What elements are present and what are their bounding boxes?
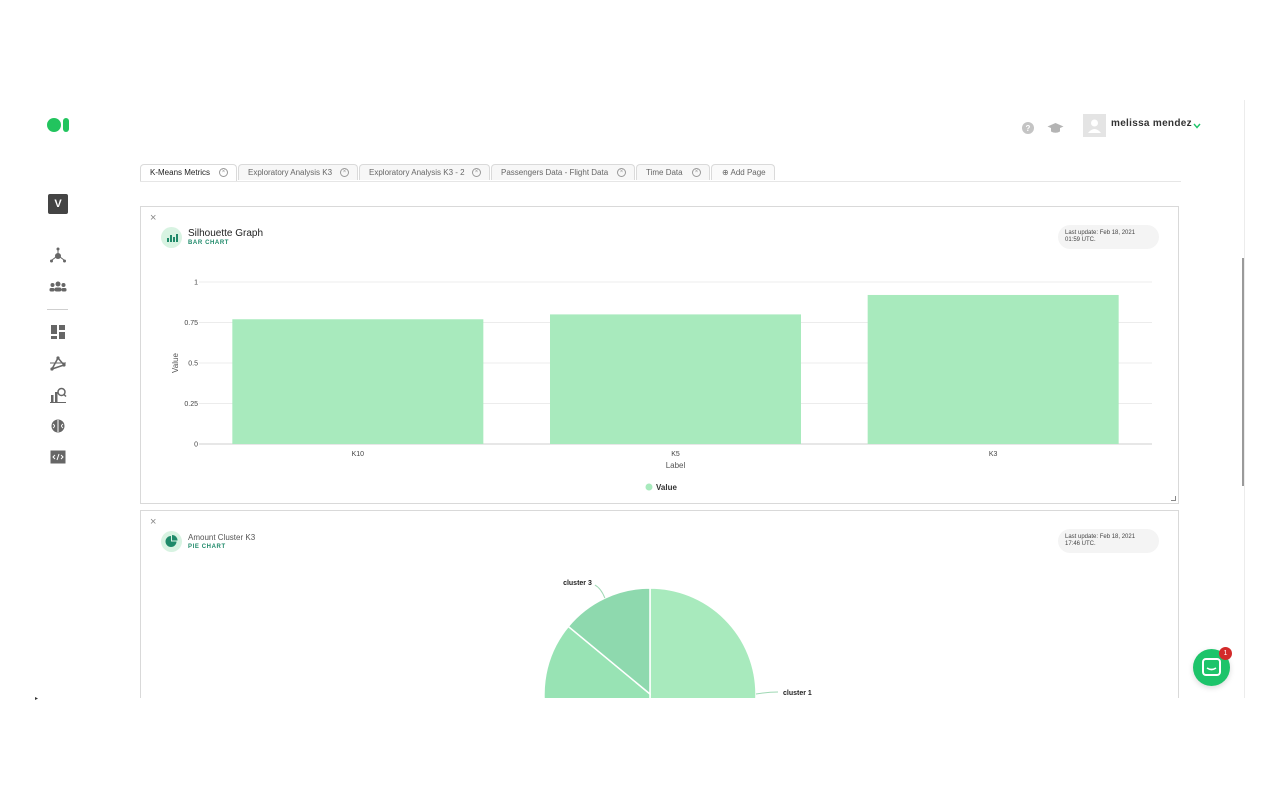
logo-dot (47, 118, 61, 132)
resize-handle[interactable] (1171, 496, 1176, 501)
bar-k10 (232, 319, 484, 444)
tab-label: Exploratory Analysis K3 (248, 168, 333, 177)
tab-label: Passengers Data - Flight Data (501, 168, 609, 177)
network-icon[interactable] (49, 247, 67, 265)
tab-passengers-data[interactable]: Passengers Data - Flight Data × (491, 164, 635, 180)
tab-time-data[interactable]: Time Data × (636, 164, 710, 180)
help-icon[interactable]: ? (1022, 122, 1034, 134)
cursor-icon: ▸ (35, 696, 39, 702)
scrollbar[interactable] (1242, 258, 1244, 486)
silhouette-bar-chart: 0 0.25 0.5 0.75 1 K10 K5 K3 Label Value Value (171, 280, 1152, 492)
y-tick-label: 0.75 (184, 320, 198, 327)
y-tick-label: 0 (194, 442, 198, 449)
code-icon[interactable] (49, 448, 67, 466)
close-icon[interactable]: × (340, 168, 349, 177)
svg-text:?: ? (1026, 124, 1031, 133)
tab-exploratory-analysis-k3-2[interactable]: Exploratory Analysis K3 - 2 × (359, 164, 490, 180)
close-icon[interactable]: × (692, 168, 701, 177)
users-icon[interactable] (49, 278, 67, 296)
graduation-cap-icon[interactable] (1047, 122, 1064, 134)
y-tick-label: 0.5 (188, 361, 198, 368)
avatar[interactable] (1083, 114, 1106, 137)
tab-exploratory-analysis-k3[interactable]: Exploratory Analysis K3 × (238, 164, 358, 180)
tab-label: K-Means Metrics (150, 168, 211, 177)
label-leader-line (755, 691, 779, 695)
dashboard-icon[interactable] (49, 323, 67, 341)
bar-k3 (867, 294, 1119, 444)
close-icon[interactable]: × (617, 168, 626, 177)
y-tick-label: 0.25 (184, 401, 198, 408)
chart-card-silhouette: × Silhouette Graph BAR CHART Last update… (140, 206, 1179, 504)
model-icon[interactable] (49, 355, 67, 373)
x-tick-label: K5 (671, 451, 680, 458)
close-icon[interactable]: × (219, 168, 228, 177)
legend-marker (645, 483, 653, 491)
x-axis-label: Label (666, 461, 686, 470)
sidebar-separator (47, 309, 68, 310)
label-leader-line (594, 584, 606, 599)
tab-label: Time Data (646, 168, 683, 177)
page-tabs: K-Means Metrics × Exploratory Analysis K… (140, 164, 1181, 182)
brain-icon[interactable] (49, 417, 67, 435)
y-axis-label: Value (171, 353, 180, 373)
add-page-button[interactable]: ⊕ Add Page (711, 164, 775, 180)
tab-label: Exploratory Analysis K3 - 2 (369, 168, 465, 177)
app-window: V ? melissa mendez K-Means Metrics × Exp… (0, 100, 1245, 698)
x-tick-label: K10 (352, 451, 365, 458)
logo-bar (63, 118, 69, 132)
user-icon (1088, 119, 1101, 133)
user-name[interactable]: melissa mendez (1111, 118, 1192, 129)
close-icon[interactable]: × (472, 168, 481, 177)
chevron-down-icon[interactable] (1193, 123, 1201, 129)
tab-k-means-metrics[interactable]: K-Means Metrics × (140, 164, 237, 181)
pie-label: cluster 1 (783, 690, 812, 697)
pie-label: cluster 3 (563, 580, 592, 587)
chart-search-icon[interactable] (49, 386, 67, 404)
app-logo[interactable] (47, 118, 71, 132)
y-tick-label: 1 (194, 280, 198, 287)
pie-slice-cluster-1 (649, 587, 757, 698)
x-tick-label: K3 (989, 451, 998, 458)
legend-label: Value (656, 483, 677, 492)
bar-k5 (550, 314, 801, 444)
notification-badge: 1 (1219, 647, 1232, 660)
chart-card-amount-cluster: × Amount Cluster K3 PIE CHART Last updat… (140, 510, 1179, 698)
workspace-badge[interactable]: V (48, 194, 68, 214)
amount-cluster-pie-chart: cluster 1 cluster 3 (543, 580, 812, 698)
